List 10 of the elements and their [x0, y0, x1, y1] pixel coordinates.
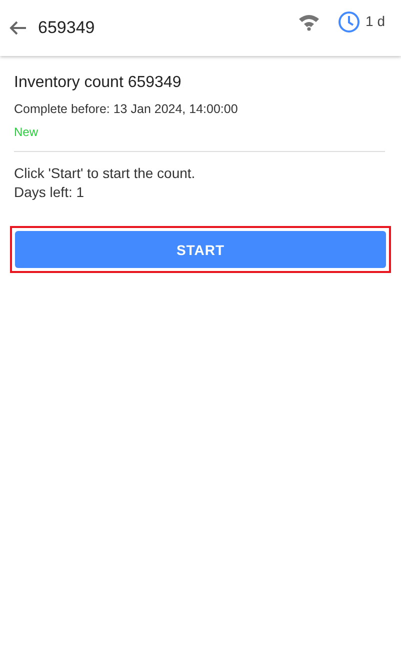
deadline-text: Complete before: 13 Jan 2024, 14:00:00	[14, 102, 239, 116]
page-title: 659349	[38, 18, 96, 38]
status-text: New	[14, 125, 40, 139]
wifi-icon	[298, 13, 320, 31]
count-title: Inventory count 659349	[14, 74, 182, 92]
time-left: 1 d	[366, 13, 385, 29]
clock-icon	[338, 11, 360, 33]
start-button[interactable]: START	[15, 231, 386, 268]
instruction-text: Days left: 1	[14, 183, 86, 202]
instruction-text: Click 'Start' to start the count.	[14, 164, 196, 183]
